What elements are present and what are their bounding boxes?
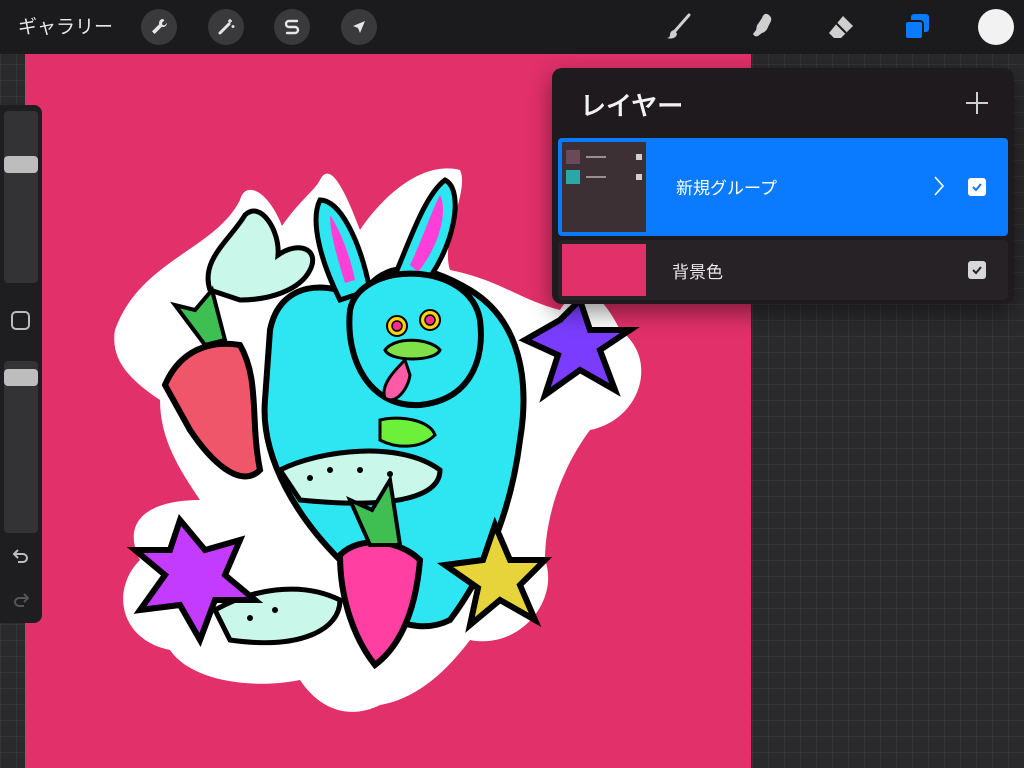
wrench-icon[interactable] <box>141 9 177 45</box>
undo-icon[interactable] <box>10 545 32 567</box>
layer-row-background[interactable]: 背景色 <box>558 240 1008 300</box>
layers-title: レイヤー <box>580 92 684 122</box>
check-icon <box>972 183 982 192</box>
background-color-thumbnail[interactable] <box>562 244 646 296</box>
left-sidebar <box>0 105 42 623</box>
opacity-slider[interactable] <box>4 361 38 533</box>
brush-icon[interactable] <box>660 8 698 46</box>
brush-size-slider[interactable] <box>4 111 38 283</box>
layers-panel: レイヤー 新規グループ 背景色 <box>552 68 1014 304</box>
selection-s-icon[interactable] <box>274 9 310 45</box>
layer-name: 新規グループ <box>676 179 777 199</box>
layer-name: 背景色 <box>672 263 723 283</box>
check-icon <box>972 266 982 275</box>
opacity-thumb[interactable] <box>4 368 38 386</box>
transform-arrow-icon[interactable] <box>341 9 377 45</box>
group-thumbnail <box>562 142 646 232</box>
gallery-button[interactable]: ギャラリー <box>18 13 113 41</box>
brush-size-thumb[interactable] <box>4 155 38 173</box>
layer-row-group[interactable]: 新規グループ <box>558 138 1008 236</box>
color-picker-button[interactable] <box>978 9 1014 45</box>
smudge-icon[interactable] <box>744 8 782 46</box>
plus-icon[interactable] <box>964 90 990 116</box>
visibility-checkbox[interactable] <box>968 178 986 196</box>
layers-icon[interactable] <box>898 8 936 46</box>
top-toolbar: ギャラリー <box>0 0 1024 54</box>
magic-wand-icon[interactable] <box>208 9 244 45</box>
visibility-checkbox[interactable] <box>968 261 986 279</box>
modify-button[interactable] <box>11 311 30 330</box>
redo-icon[interactable] <box>10 589 32 611</box>
chevron-right-icon[interactable] <box>932 174 946 198</box>
eraser-icon[interactable] <box>822 8 860 46</box>
